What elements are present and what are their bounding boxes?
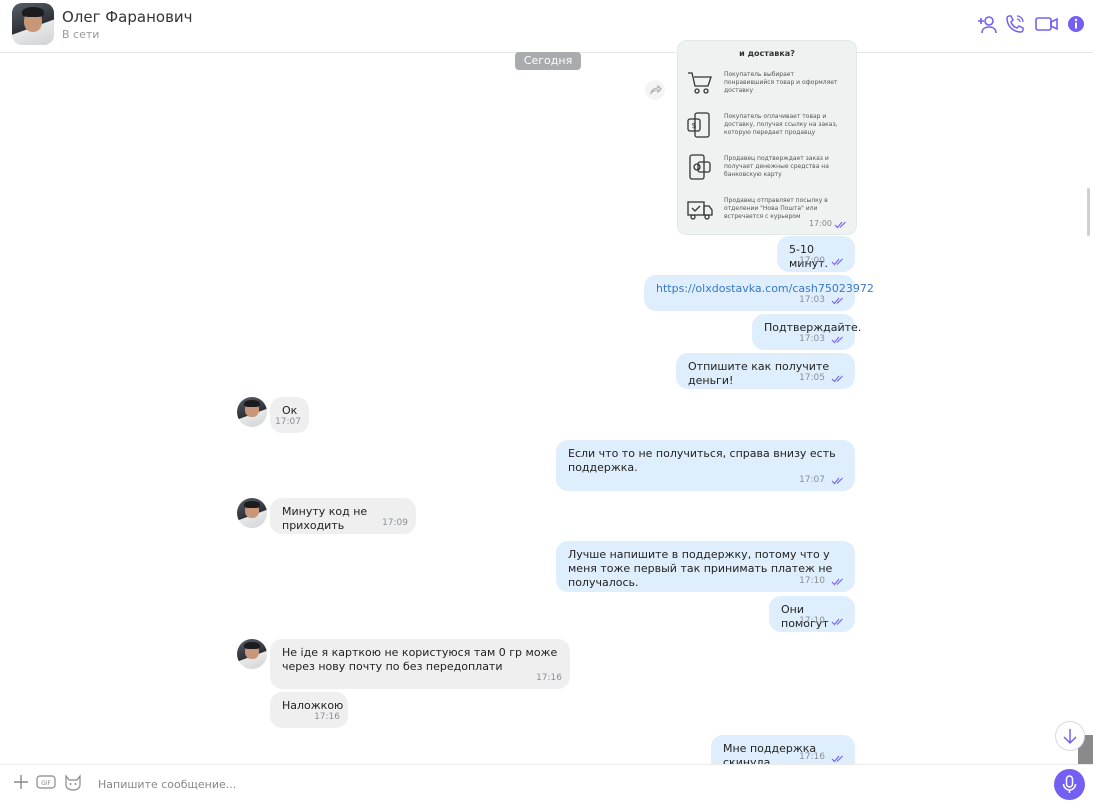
incoming-message[interactable]: Не іде я карткою не користуюся там 0 гр … <box>270 639 570 689</box>
message-time: 17:16 <box>536 673 562 683</box>
chat-header: Олег Фаранович В сети <box>0 0 1093 53</box>
message-time: 17:07 <box>275 417 301 427</box>
add-contact-icon[interactable] <box>976 13 998 35</box>
read-ticks-icon <box>831 297 843 305</box>
message-time: 17:10 <box>799 616 825 626</box>
outgoing-message[interactable]: Лучше напишите в поддержку, потому что у… <box>556 541 855 592</box>
message-composer: GIF <box>0 764 1093 801</box>
phone-icon[interactable] <box>1004 13 1026 35</box>
image-step-text: Продавец отправляет посылку в отделении … <box>724 197 828 220</box>
message-time: 17:09 <box>382 518 408 528</box>
image-step-1: Покупатель выбирает понравившийся товар … <box>686 69 848 105</box>
outgoing-message[interactable]: 5-10 минут. 17:00 <box>777 236 855 272</box>
share-icon <box>649 84 662 95</box>
message-time: 17:03 <box>799 295 825 305</box>
message-time: 17:03 <box>799 334 825 344</box>
gif-icon[interactable]: GIF <box>36 773 56 791</box>
contact-name[interactable]: Олег Фаранович <box>62 8 193 26</box>
outgoing-message[interactable]: Мне поддержка скинула 17:16 <box>711 735 855 769</box>
outgoing-message[interactable]: https://olxdostavka.com/cash75023972 17:… <box>644 275 874 311</box>
message-time: 17:16 <box>799 752 825 762</box>
message-text: Не іде я карткою не користуюся там 0 гр … <box>282 646 558 673</box>
image-step-text: Покупатель выбирает понравившийся товар … <box>724 71 838 94</box>
message-link[interactable]: https://olxdostavka.com/cash75023972 <box>656 282 874 295</box>
message-text: Минуту код не приходить <box>282 505 368 532</box>
info-icon[interactable] <box>1067 13 1085 35</box>
svg-text:$: $ <box>691 121 696 130</box>
image-step-text: Покупатель оплачивает товар и доставку, … <box>724 113 838 136</box>
incoming-message[interactable]: Ок 17:07 <box>270 397 309 433</box>
read-ticks-icon <box>831 618 843 626</box>
date-divider: Сегодня <box>515 52 581 70</box>
plus-icon[interactable] <box>12 773 30 791</box>
svg-text:GIF: GIF <box>41 780 51 787</box>
message-time: 17:00 <box>808 219 832 228</box>
chat-scrollbar-thumb[interactable] <box>1087 188 1090 236</box>
message-time: 17:00 <box>799 256 825 266</box>
message-input[interactable] <box>96 770 1000 798</box>
read-ticks-icon <box>831 477 843 485</box>
arrow-down-icon <box>1063 729 1077 745</box>
sender-avatar[interactable] <box>237 397 267 427</box>
chat-scrollbar[interactable] <box>1083 53 1093 763</box>
message-text: Если что то не получиться, справа внизу … <box>568 447 836 474</box>
sticker-icon[interactable] <box>63 773 83 791</box>
image-step-text: Продавец подтверждает заказ и получает д… <box>724 155 829 178</box>
read-ticks-icon <box>831 755 843 763</box>
read-ticks-icon <box>831 375 843 383</box>
microphone-icon <box>1062 775 1077 793</box>
sender-avatar[interactable] <box>237 498 267 528</box>
share-button[interactable] <box>645 80 665 100</box>
bank-card-icon <box>689 154 711 180</box>
message-time: 17:10 <box>799 576 825 586</box>
contact-status: В сети <box>62 28 100 41</box>
scroll-to-bottom-button[interactable] <box>1055 721 1085 751</box>
read-ticks-icon <box>831 578 843 586</box>
image-message-heading: и доставка? <box>739 49 795 58</box>
message-text: Лучше напишите в поддержку, потому что у… <box>568 548 833 589</box>
outgoing-message[interactable]: Если что то не получиться, справа внизу … <box>556 440 855 491</box>
sender-avatar[interactable] <box>237 639 267 669</box>
cart-icon <box>688 72 712 94</box>
outgoing-message[interactable]: Подтверждайте. 17:03 <box>752 314 861 350</box>
incoming-message[interactable]: Наложкою 17:16 <box>270 692 348 728</box>
message-time: 17:07 <box>799 475 825 485</box>
read-ticks-icon <box>834 221 846 229</box>
message-time: 17:16 <box>314 712 340 722</box>
phone-payment-icon: $ <box>687 112 710 138</box>
message-time: 17:05 <box>799 373 825 383</box>
read-ticks-icon <box>831 336 843 344</box>
video-icon[interactable] <box>1034 13 1060 35</box>
read-ticks-icon <box>831 258 843 266</box>
image-step-3: Продавец подтверждает заказ и получает д… <box>686 153 848 189</box>
image-message[interactable]: и доставка? Покупатель выбирает понравив… <box>677 40 857 235</box>
outgoing-message[interactable]: Они помогут 17:10 <box>769 596 855 632</box>
contact-avatar[interactable] <box>12 3 54 45</box>
voice-message-button[interactable] <box>1054 769 1085 800</box>
image-step-2: $ Покупатель оплачивает товар и доставку… <box>686 111 848 147</box>
incoming-message[interactable]: Минуту код не приходить 17:09 <box>270 498 416 534</box>
delivery-truck-icon <box>687 201 713 220</box>
outgoing-message[interactable]: Отпишите как получите деньги! 17:05 <box>676 353 855 389</box>
